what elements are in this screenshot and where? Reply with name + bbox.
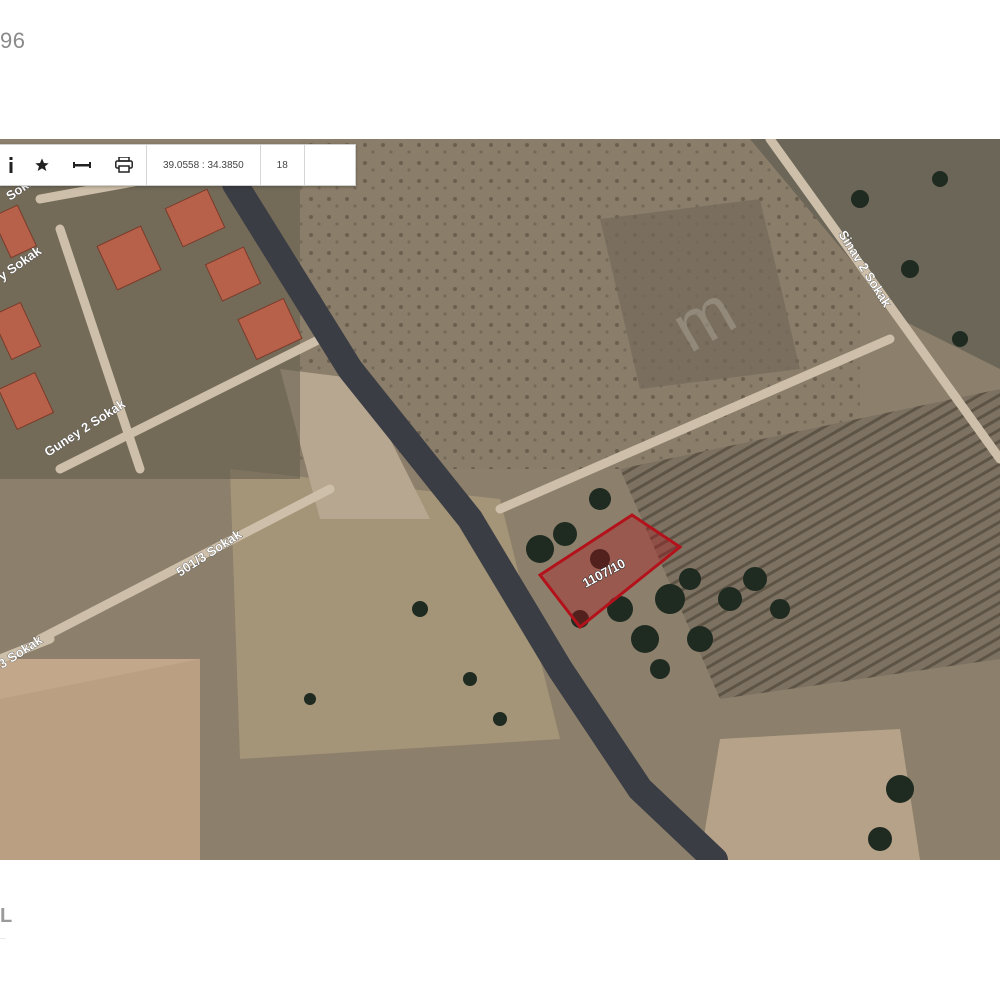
tree [679, 568, 701, 590]
tree [304, 693, 316, 705]
toolbar-divider [303, 145, 305, 185]
tree [493, 712, 507, 726]
tree [770, 599, 790, 619]
satellite-map[interactable]: m Sokak y Sokak Guney 2 Sokak 501/3 Soka… [0, 139, 1000, 860]
zoom-level: 18 [276, 159, 288, 171]
tree [886, 775, 914, 803]
footer-logo: L [0, 905, 13, 927]
tree [526, 535, 554, 563]
tree [851, 190, 869, 208]
coordinate-readout: 39.0558 : 34.3850 [163, 159, 244, 171]
measure-icon[interactable] [62, 145, 102, 185]
tree [687, 626, 713, 652]
tree [463, 672, 477, 686]
tree [589, 488, 611, 510]
tree [553, 522, 577, 546]
footer-logo-subtext: ... [0, 934, 6, 941]
tree [655, 584, 685, 614]
tree [412, 601, 428, 617]
star-icon[interactable] [22, 145, 62, 185]
print-icon[interactable] [102, 145, 146, 185]
info-icon[interactable] [0, 145, 22, 185]
tree [901, 260, 919, 278]
tree [631, 625, 659, 653]
map-canvas[interactable]: m Sokak y Sokak Guney 2 Sokak 501/3 Soka… [0, 139, 1000, 860]
tree [650, 659, 670, 679]
tree [952, 331, 968, 347]
tree [868, 827, 892, 851]
map-toolbar: 39.0558 : 34.3850 18 [0, 144, 356, 186]
page-header-text: 96 [0, 28, 26, 53]
tree [743, 567, 767, 591]
tree [718, 587, 742, 611]
tree [932, 171, 948, 187]
